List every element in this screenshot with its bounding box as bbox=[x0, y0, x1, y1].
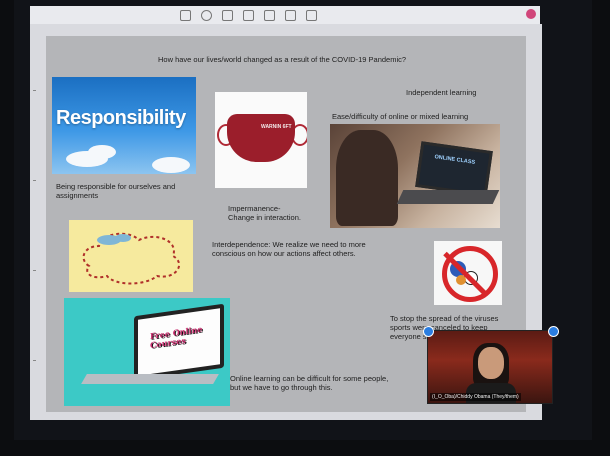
resize-handle[interactable] bbox=[423, 326, 434, 337]
ruler-tick bbox=[33, 360, 36, 361]
comment-icon[interactable] bbox=[306, 9, 317, 21]
resize-handle[interactable] bbox=[548, 326, 559, 337]
free-online-text: Free Online Courses bbox=[150, 323, 203, 351]
editor-toolbar bbox=[30, 6, 540, 24]
mask-warning-text: WARNIN 6FT bbox=[261, 124, 292, 130]
responsibility-image-text: Responsibility bbox=[56, 107, 186, 129]
slide-title: How have our lives/world changed as a re… bbox=[158, 55, 407, 64]
dotted-cloud-drawing bbox=[82, 232, 180, 285]
video-call-tile[interactable]: (I_O_Oba)/Chiddy Obama (They/them) bbox=[427, 330, 553, 404]
ruler-tick bbox=[33, 180, 36, 181]
interdependence-text: Interdependence: We realize we need to m… bbox=[212, 240, 366, 258]
impermanence-text: Impermanence- Change in interaction. bbox=[228, 204, 301, 222]
laptop-keyboard bbox=[396, 190, 500, 204]
independent-learning-text: Independent learning bbox=[406, 88, 477, 97]
face-mask-image: WARNIN 6FT bbox=[215, 92, 307, 188]
ease-difficulty-text: Ease/difficulty of online or mixed learn… bbox=[332, 112, 469, 121]
toolbar-right bbox=[526, 9, 536, 19]
no-sports-image bbox=[434, 241, 502, 305]
participant-name-label: (I_O_Oba)/Chiddy Obama (They/them) bbox=[430, 393, 521, 401]
responsible-caption: Being responsible for ourselves and assi… bbox=[56, 182, 176, 200]
image-icon[interactable] bbox=[264, 9, 275, 21]
online-class-screen-text: ONLINE CLASS bbox=[434, 154, 476, 166]
free-online-courses-image: Free Online Courses bbox=[64, 298, 230, 406]
ruler-tick bbox=[33, 270, 36, 271]
cloud-doodle-image bbox=[69, 220, 193, 292]
responsibility-image: Responsibility bbox=[52, 77, 196, 174]
cloud-shape bbox=[88, 145, 116, 159]
ruler-tick bbox=[33, 90, 36, 91]
online-class-photo: ONLINE CLASS bbox=[330, 124, 500, 228]
line-icon[interactable] bbox=[285, 9, 296, 21]
cloud-shape bbox=[152, 157, 190, 173]
laptop-screen: ONLINE CLASS bbox=[415, 141, 493, 197]
online-difficult-text: Online learning can be difficult for som… bbox=[230, 374, 389, 392]
student-figure bbox=[336, 130, 398, 226]
laptop-base bbox=[81, 374, 219, 384]
undo-icon[interactable] bbox=[180, 9, 191, 21]
text-box-icon[interactable] bbox=[222, 9, 233, 21]
shape-icon[interactable] bbox=[243, 9, 254, 21]
mask-body: WARNIN 6FT bbox=[227, 114, 295, 162]
participant-face bbox=[478, 347, 504, 379]
user-avatar-icon[interactable] bbox=[526, 9, 536, 19]
free-courses-screen: Free Online Courses bbox=[134, 303, 224, 381]
cursor-icon[interactable] bbox=[201, 9, 212, 21]
